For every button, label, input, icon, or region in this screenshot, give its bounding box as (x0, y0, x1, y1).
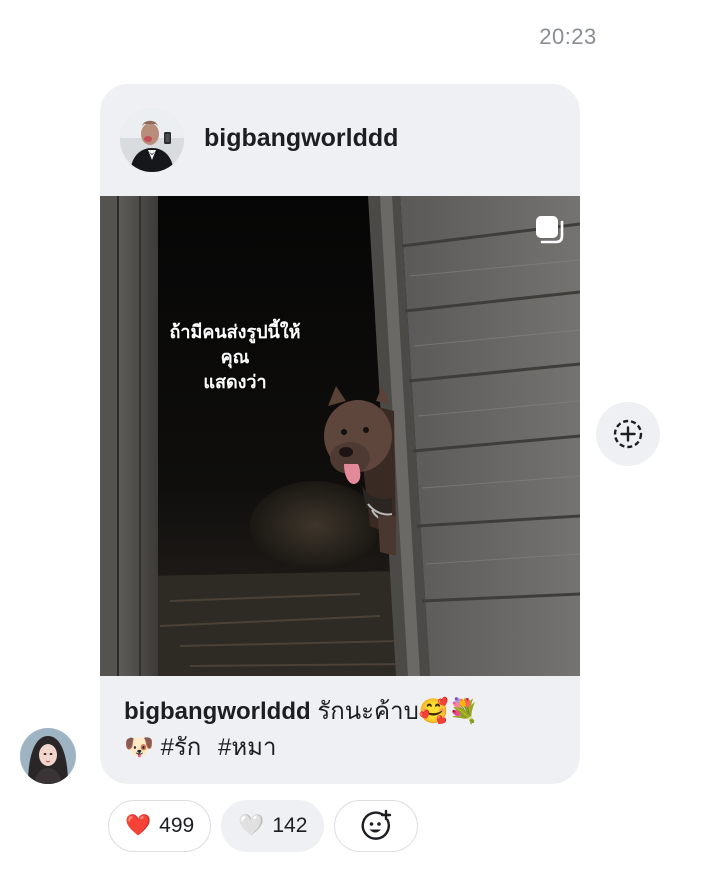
post-caption: bigbangworlddd รักนะค้าบ🥰💐 🐶 #รัก #หมา (124, 694, 564, 766)
add-reaction-button[interactable] (334, 800, 419, 852)
overlay-line-1: ถ้ามีคนส่งรูปนี้ให้คุณ (169, 322, 301, 367)
post-image[interactable]: ถ้ามีคนส่งรูปนี้ให้คุณ แสดงว่า (100, 196, 580, 676)
caption-text: รักนะค้าบ🥰💐 (317, 698, 479, 725)
hashtag[interactable]: #หมา (218, 734, 276, 761)
image-overlay-text: ถ้ามีคนส่งรูปนี้ให้คุณ แสดงว่า (160, 320, 310, 395)
caption-emoji: 🐶 (124, 734, 154, 761)
reaction-bar: ❤️ 499 🤍 142 (108, 800, 419, 852)
reaction-white-heart[interactable]: 🤍 142 (221, 800, 325, 852)
post-header[interactable]: bigbangworlddd (100, 84, 580, 196)
add-reaction-icon (362, 809, 392, 840)
chat-thread: 20:23 bigbangworlddd ถ้ามีคนส่งรูปนี้ให้… (0, 0, 717, 872)
carousel-icon (532, 212, 566, 246)
overlay-line-2: แสดงว่า (203, 372, 267, 392)
reaction-count: 142 (272, 814, 308, 837)
white-heart-icon: 🤍 (238, 814, 265, 837)
poster-username[interactable]: bigbangworlddd (204, 124, 398, 153)
hashtag[interactable]: #รัก (161, 734, 202, 761)
caption-username[interactable]: bigbangworlddd (124, 698, 311, 725)
reaction-heart[interactable]: ❤️ 499 (108, 800, 212, 852)
heart-icon: ❤️ (125, 814, 152, 837)
share-to-story-button[interactable] (596, 402, 660, 466)
shared-post-card[interactable]: bigbangworlddd ถ้ามีคนส่งรูปนี้ให้คุณ แส… (100, 84, 580, 784)
message-timestamp: 20:23 (539, 24, 597, 49)
add-story-icon (613, 419, 643, 449)
reaction-count: 499 (159, 814, 195, 837)
poster-avatar[interactable] (120, 108, 184, 172)
sender-avatar[interactable] (20, 728, 76, 784)
